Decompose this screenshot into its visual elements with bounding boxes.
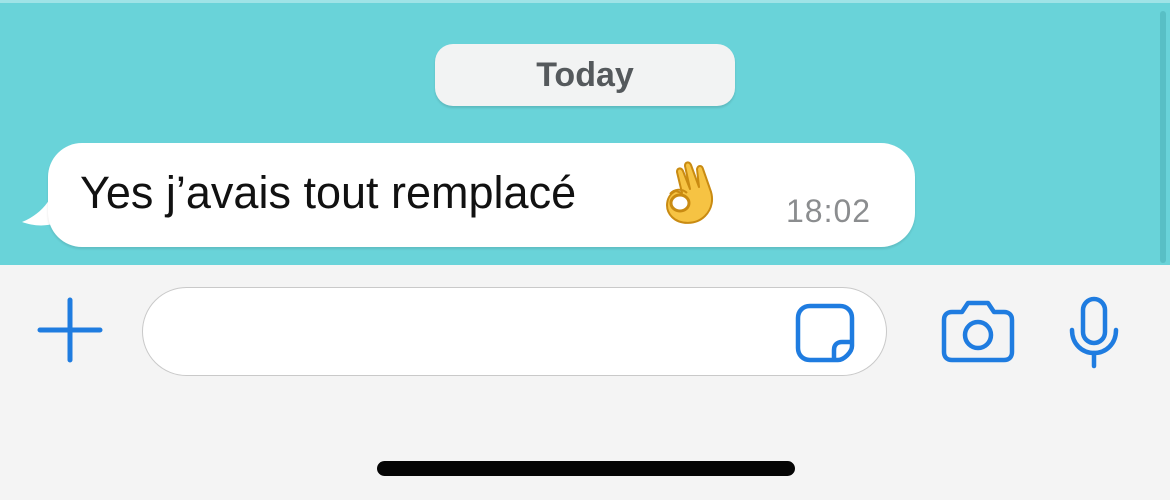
- message-input[interactable]: [142, 287, 887, 376]
- microphone-icon: [1069, 296, 1119, 369]
- message-timestamp: 18:02: [786, 193, 872, 229]
- date-separator-label: Today: [536, 55, 634, 94]
- ok-hand-emoji-icon: [666, 161, 714, 224]
- camera-icon: [941, 300, 1015, 363]
- sticker-icon: [795, 303, 855, 363]
- home-indicator[interactable]: [377, 461, 795, 476]
- chat-area: Today Yes j’avais tout remplacé 18:02: [0, 0, 1170, 265]
- sticker-button[interactable]: [794, 302, 856, 364]
- message-bubble[interactable]: Yes j’avais tout remplacé 18:02: [48, 143, 915, 247]
- camera-button[interactable]: [940, 298, 1016, 364]
- scroll-indicator[interactable]: [1160, 11, 1166, 263]
- date-separator: Today: [435, 44, 735, 106]
- add-attachment-button[interactable]: [36, 296, 104, 364]
- plus-icon: [37, 297, 103, 363]
- message-text: Yes j’avais tout remplacé: [80, 167, 577, 218]
- microphone-button[interactable]: [1066, 296, 1122, 370]
